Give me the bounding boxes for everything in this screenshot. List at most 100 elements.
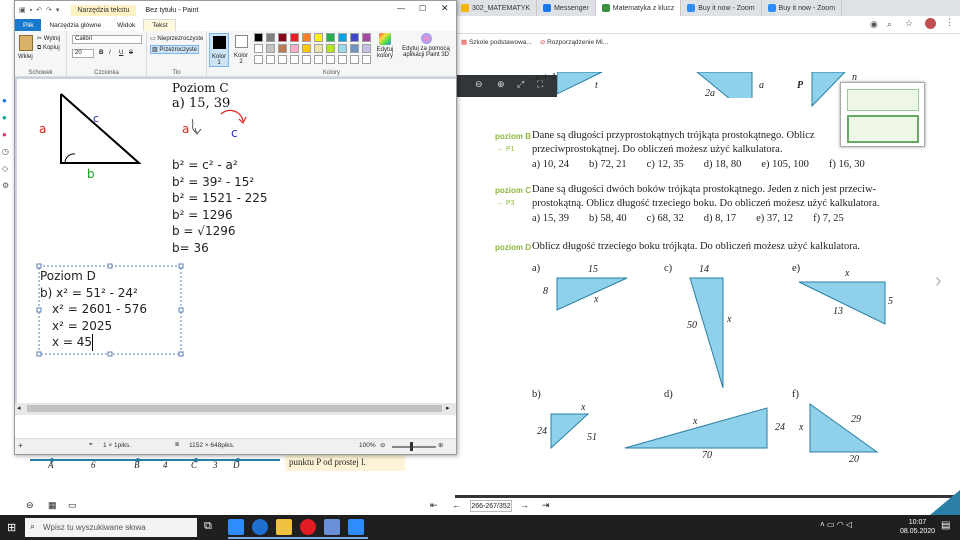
minimize-icon[interactable]: — xyxy=(397,4,405,13)
custom-swatch[interactable] xyxy=(338,55,347,64)
paste-icon[interactable] xyxy=(19,35,33,51)
palette-swatch[interactable] xyxy=(362,44,371,53)
instagram-icon[interactable]: ● xyxy=(2,130,14,139)
history-icon[interactable]: ◷ xyxy=(2,147,14,156)
browser-tab-active[interactable]: Matematyka z klucz xyxy=(595,0,682,16)
edit-colors-button[interactable]: Edytuj kolory xyxy=(375,33,395,67)
chevron-down-icon[interactable]: ▾ xyxy=(56,6,60,14)
palette-swatch[interactable] xyxy=(350,44,359,53)
camera-icon[interactable]: ◉ xyxy=(870,19,878,30)
whatsapp-icon[interactable]: ● xyxy=(2,113,14,122)
undo-icon[interactable]: ↶ xyxy=(36,6,42,14)
palette-swatch[interactable] xyxy=(338,33,347,42)
bookmark-item[interactable]: ▦ Szkole podstawowa... xyxy=(461,38,532,46)
palette-swatch[interactable] xyxy=(314,33,323,42)
star-icon[interactable]: ☆ xyxy=(905,18,913,29)
transparent-button[interactable]: ▨ Przezroczyste xyxy=(150,45,200,54)
italic-button[interactable]: I xyxy=(109,50,111,56)
paint-taskbar-icon[interactable] xyxy=(324,519,340,535)
browser-tab[interactable]: Messenger xyxy=(537,0,596,16)
tab-text[interactable]: Tekst xyxy=(143,19,177,31)
horizontal-scrollbar[interactable]: ◂ ▸ xyxy=(15,403,456,415)
palette-swatch[interactable] xyxy=(290,44,299,53)
redo-icon[interactable]: ↷ xyxy=(46,6,52,14)
first-page-icon[interactable]: ⇤ xyxy=(430,500,438,511)
zoom-out-icon[interactable]: ⊖ xyxy=(26,500,34,511)
prev-page-icon[interactable]: ← xyxy=(452,500,461,510)
palette-swatch[interactable] xyxy=(362,33,371,42)
palette-swatch[interactable] xyxy=(326,33,335,42)
bookmark-item[interactable]: ⊘ Rozporządzenie Mi... xyxy=(540,38,608,46)
custom-swatch[interactable] xyxy=(266,55,275,64)
palette-swatch[interactable] xyxy=(278,44,287,53)
palette-swatch[interactable] xyxy=(266,33,275,42)
search-icon[interactable]: ⌕ xyxy=(887,19,892,30)
underline-button[interactable]: U xyxy=(119,50,123,56)
notification-icon[interactable]: ▤ xyxy=(941,520,950,531)
custom-swatch[interactable] xyxy=(314,55,323,64)
custom-swatch[interactable] xyxy=(362,55,371,64)
palette-swatch[interactable] xyxy=(278,33,287,42)
tab-home[interactable]: Narzędzia główne xyxy=(41,19,109,31)
palette-swatch[interactable] xyxy=(290,33,299,42)
custom-swatch[interactable] xyxy=(278,55,287,64)
zoom-slider[interactable] xyxy=(392,446,436,448)
task-view-icon[interactable]: ⧉ xyxy=(204,520,212,533)
scroll-right-icon[interactable]: ▸ xyxy=(446,404,450,412)
tab-view[interactable]: Widok xyxy=(109,19,143,31)
paint3d-button[interactable]: Edytuj za pomocą aplikacji Paint 3D xyxy=(397,33,455,67)
scroll-left-icon[interactable]: ◂ xyxy=(17,404,21,412)
avatar[interactable] xyxy=(925,18,936,29)
browser-tab[interactable]: 302_MATEMATYK xyxy=(455,0,538,16)
resize-handle[interactable] xyxy=(36,351,42,357)
opera-icon[interactable] xyxy=(300,519,316,535)
resize-handle[interactable] xyxy=(107,351,113,357)
chevron-up-icon[interactable]: ˄ xyxy=(820,520,825,529)
address-bar[interactable]: ◉ ⌕ ☆ ⋮ xyxy=(455,16,960,34)
custom-swatch[interactable] xyxy=(326,55,335,64)
browser-tab[interactable]: Buy it now - Zoom xyxy=(762,0,843,16)
copy-button[interactable]: ⧉ Kopiuj xyxy=(37,45,60,52)
page-indicator[interactable]: 266-267/352 xyxy=(470,500,512,512)
windows-start-icon[interactable]: ⊞ xyxy=(7,521,16,534)
menu-icon[interactable]: ⋮ xyxy=(945,17,954,28)
close-icon[interactable]: ✕ xyxy=(441,3,449,14)
clock[interactable]: 10:07 08.05.2020 xyxy=(900,518,935,536)
palette-swatch[interactable] xyxy=(338,44,347,53)
next-page-icon[interactable]: → xyxy=(520,500,529,510)
edge-icon[interactable] xyxy=(252,519,268,535)
volume-icon[interactable]: ◁ xyxy=(846,520,852,529)
color2-button[interactable]: Kolor 2 xyxy=(232,33,252,67)
palette-swatch[interactable] xyxy=(326,44,335,53)
font-name-select[interactable]: Calibri xyxy=(72,35,142,44)
zoom-taskbar-icon[interactable] xyxy=(228,519,244,535)
level-d-textbox[interactable]: Poziom D b) x² = 51² - 24² x² = 2601 - 5… xyxy=(40,268,147,351)
palette-swatch[interactable] xyxy=(314,44,323,53)
maximize-icon[interactable]: ☐ xyxy=(419,4,426,13)
palette-swatch[interactable] xyxy=(254,44,263,53)
custom-swatch[interactable] xyxy=(254,55,263,64)
taskbar-search[interactable]: ⌕ Wpisz tu wyszukiwane słowa xyxy=(25,518,197,537)
battery-icon[interactable]: ▭ xyxy=(827,520,835,529)
single-page-icon[interactable]: ▭ xyxy=(68,500,77,511)
save-icon[interactable]: ▪ xyxy=(30,7,32,14)
palette-swatch[interactable] xyxy=(254,33,263,42)
zoom-in-button[interactable]: ⊕ xyxy=(438,441,443,449)
opaque-button[interactable]: ▭ Nieprzezroczyste xyxy=(150,35,203,42)
paste-button[interactable]: Wklej xyxy=(18,54,33,60)
resize-handle[interactable] xyxy=(178,351,184,357)
last-page-icon[interactable]: ⇥ xyxy=(542,500,550,511)
zoom-slider-thumb[interactable] xyxy=(410,442,413,451)
bookmark-icon[interactable]: ◇ xyxy=(2,164,14,173)
font-size-select[interactable]: 20 xyxy=(72,49,94,58)
custom-swatch[interactable] xyxy=(350,55,359,64)
tab-file[interactable]: Plik xyxy=(15,19,42,31)
zoom-taskbar-icon[interactable] xyxy=(348,519,364,535)
scroll-thumb[interactable] xyxy=(27,405,442,412)
browser-tab[interactable]: Buy it now - Zoom xyxy=(681,0,762,16)
drawing-canvas[interactable]: a b c Poziom C a) 15, 39 a c b² = c² - a… xyxy=(17,79,456,403)
settings-icon[interactable]: ⚙ xyxy=(2,181,14,190)
custom-swatch[interactable] xyxy=(290,55,299,64)
palette-swatch[interactable] xyxy=(350,33,359,42)
custom-swatch[interactable] xyxy=(302,55,311,64)
